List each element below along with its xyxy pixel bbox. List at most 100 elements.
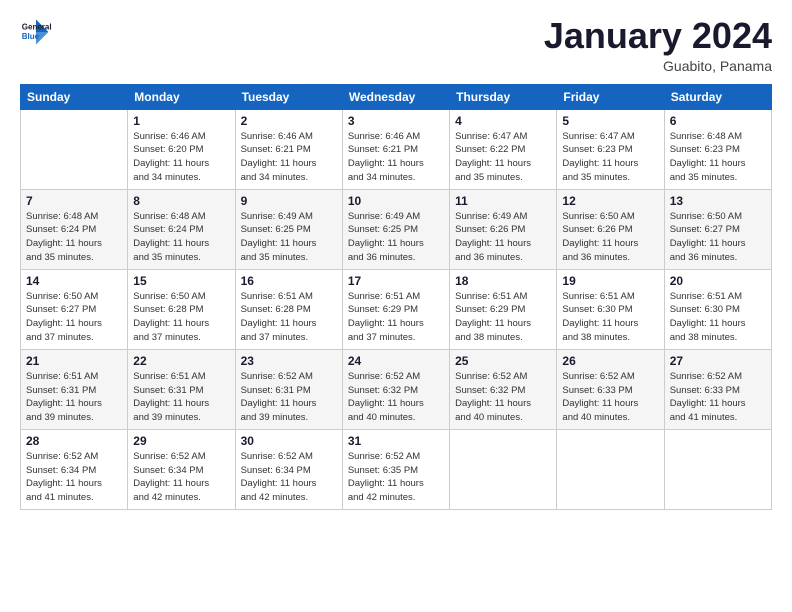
logo-icon: General Blue	[20, 16, 52, 48]
col-monday: Monday	[128, 84, 235, 109]
day-number: 20	[670, 274, 766, 288]
table-row: 8 Sunrise: 6:48 AMSunset: 6:24 PMDaylight…	[128, 189, 235, 269]
day-info: Sunrise: 6:52 AMSunset: 6:35 PMDaylight:…	[348, 450, 444, 505]
day-number: 24	[348, 354, 444, 368]
day-number: 4	[455, 114, 551, 128]
table-row: 2 Sunrise: 6:46 AMSunset: 6:21 PMDaylight…	[235, 109, 342, 189]
day-info: Sunrise: 6:49 AMSunset: 6:25 PMDaylight:…	[241, 210, 337, 265]
table-row: 23 Sunrise: 6:52 AMSunset: 6:31 PMDayligh…	[235, 349, 342, 429]
col-friday: Friday	[557, 84, 664, 109]
day-info: Sunrise: 6:52 AMSunset: 6:32 PMDaylight:…	[348, 370, 444, 425]
subtitle: Guabito, Panama	[544, 58, 772, 74]
day-number: 29	[133, 434, 229, 448]
table-row: 18 Sunrise: 6:51 AMSunset: 6:29 PMDayligh…	[450, 269, 557, 349]
table-row: 10 Sunrise: 6:49 AMSunset: 6:25 PMDayligh…	[342, 189, 449, 269]
day-number: 2	[241, 114, 337, 128]
day-number: 25	[455, 354, 551, 368]
table-row: 4 Sunrise: 6:47 AMSunset: 6:22 PMDaylight…	[450, 109, 557, 189]
day-info: Sunrise: 6:50 AMSunset: 6:28 PMDaylight:…	[133, 290, 229, 345]
day-number: 18	[455, 274, 551, 288]
calendar-week-5: 28 Sunrise: 6:52 AMSunset: 6:34 PMDayligh…	[21, 429, 772, 509]
day-number: 21	[26, 354, 122, 368]
day-info: Sunrise: 6:47 AMSunset: 6:23 PMDaylight:…	[562, 130, 658, 185]
table-row: 28 Sunrise: 6:52 AMSunset: 6:34 PMDayligh…	[21, 429, 128, 509]
day-number: 30	[241, 434, 337, 448]
day-number: 19	[562, 274, 658, 288]
table-row: 11 Sunrise: 6:49 AMSunset: 6:26 PMDayligh…	[450, 189, 557, 269]
day-info: Sunrise: 6:50 AMSunset: 6:26 PMDaylight:…	[562, 210, 658, 265]
day-number: 23	[241, 354, 337, 368]
day-number: 8	[133, 194, 229, 208]
calendar-week-2: 7 Sunrise: 6:48 AMSunset: 6:24 PMDaylight…	[21, 189, 772, 269]
day-info: Sunrise: 6:51 AMSunset: 6:28 PMDaylight:…	[241, 290, 337, 345]
day-info: Sunrise: 6:46 AMSunset: 6:21 PMDaylight:…	[348, 130, 444, 185]
day-info: Sunrise: 6:52 AMSunset: 6:34 PMDaylight:…	[133, 450, 229, 505]
day-number: 26	[562, 354, 658, 368]
table-row: 27Sunrise: 6:52 AMSunset: 6:33 PMDayligh…	[664, 349, 771, 429]
table-row: 30 Sunrise: 6:52 AMSunset: 6:34 PMDayligh…	[235, 429, 342, 509]
calendar-week-3: 14Sunrise: 6:50 AMSunset: 6:27 PMDayligh…	[21, 269, 772, 349]
table-row: 16 Sunrise: 6:51 AMSunset: 6:28 PMDayligh…	[235, 269, 342, 349]
day-info: Sunrise: 6:46 AMSunset: 6:20 PMDaylight:…	[133, 130, 229, 185]
table-row: 1Sunrise: 6:46 AMSunset: 6:20 PMDaylight…	[128, 109, 235, 189]
table-row: 21Sunrise: 6:51 AMSunset: 6:31 PMDayligh…	[21, 349, 128, 429]
day-info: Sunrise: 6:52 AMSunset: 6:34 PMDaylight:…	[241, 450, 337, 505]
table-row: 6 Sunrise: 6:48 AMSunset: 6:23 PMDaylight…	[664, 109, 771, 189]
calendar-week-4: 21Sunrise: 6:51 AMSunset: 6:31 PMDayligh…	[21, 349, 772, 429]
day-number: 13	[670, 194, 766, 208]
day-number: 15	[133, 274, 229, 288]
table-row: 19 Sunrise: 6:51 AMSunset: 6:30 PMDayligh…	[557, 269, 664, 349]
table-row: 17Sunrise: 6:51 AMSunset: 6:29 PMDayligh…	[342, 269, 449, 349]
title-block: January 2024 Guabito, Panama	[544, 16, 772, 74]
day-info: Sunrise: 6:48 AMSunset: 6:23 PMDaylight:…	[670, 130, 766, 185]
day-number: 16	[241, 274, 337, 288]
day-info: Sunrise: 6:47 AMSunset: 6:22 PMDaylight:…	[455, 130, 551, 185]
table-row	[557, 429, 664, 509]
page: General Blue January 2024 Guabito, Panam…	[0, 0, 792, 612]
day-info: Sunrise: 6:51 AMSunset: 6:30 PMDaylight:…	[562, 290, 658, 345]
table-row: 3 Sunrise: 6:46 AMSunset: 6:21 PMDaylight…	[342, 109, 449, 189]
svg-text:Blue: Blue	[22, 32, 40, 41]
logo: General Blue	[20, 16, 52, 48]
svg-text:General: General	[22, 22, 52, 31]
day-info: Sunrise: 6:48 AMSunset: 6:24 PMDaylight:…	[133, 210, 229, 265]
day-info: Sunrise: 6:49 AMSunset: 6:25 PMDaylight:…	[348, 210, 444, 265]
day-info: Sunrise: 6:51 AMSunset: 6:30 PMDaylight:…	[670, 290, 766, 345]
day-info: Sunrise: 6:52 AMSunset: 6:34 PMDaylight:…	[26, 450, 122, 505]
day-number: 28	[26, 434, 122, 448]
day-info: Sunrise: 6:46 AMSunset: 6:21 PMDaylight:…	[241, 130, 337, 185]
table-row: 24 Sunrise: 6:52 AMSunset: 6:32 PMDayligh…	[342, 349, 449, 429]
day-number: 5	[562, 114, 658, 128]
day-info: Sunrise: 6:51 AMSunset: 6:29 PMDaylight:…	[455, 290, 551, 345]
table-row: 26Sunrise: 6:52 AMSunset: 6:33 PMDayligh…	[557, 349, 664, 429]
day-info: Sunrise: 6:52 AMSunset: 6:31 PMDaylight:…	[241, 370, 337, 425]
calendar-week-1: 1Sunrise: 6:46 AMSunset: 6:20 PMDaylight…	[21, 109, 772, 189]
col-saturday: Saturday	[664, 84, 771, 109]
month-title: January 2024	[544, 16, 772, 56]
table-row	[450, 429, 557, 509]
day-number: 14	[26, 274, 122, 288]
col-sunday: Sunday	[21, 84, 128, 109]
day-number: 27	[670, 354, 766, 368]
table-row: 14Sunrise: 6:50 AMSunset: 6:27 PMDayligh…	[21, 269, 128, 349]
day-number: 11	[455, 194, 551, 208]
table-row: 9Sunrise: 6:49 AMSunset: 6:25 PMDaylight…	[235, 189, 342, 269]
day-info: Sunrise: 6:49 AMSunset: 6:26 PMDaylight:…	[455, 210, 551, 265]
day-number: 10	[348, 194, 444, 208]
day-number: 12	[562, 194, 658, 208]
day-number: 22	[133, 354, 229, 368]
table-row: 12 Sunrise: 6:50 AMSunset: 6:26 PMDayligh…	[557, 189, 664, 269]
table-row	[664, 429, 771, 509]
table-row: 13 Sunrise: 6:50 AMSunset: 6:27 PMDayligh…	[664, 189, 771, 269]
calendar-header-row: Sunday Monday Tuesday Wednesday Thursday…	[21, 84, 772, 109]
table-row: 22Sunrise: 6:51 AMSunset: 6:31 PMDayligh…	[128, 349, 235, 429]
day-number: 7	[26, 194, 122, 208]
table-row: 31Sunrise: 6:52 AMSunset: 6:35 PMDayligh…	[342, 429, 449, 509]
day-info: Sunrise: 6:50 AMSunset: 6:27 PMDaylight:…	[670, 210, 766, 265]
day-number: 17	[348, 274, 444, 288]
day-number: 6	[670, 114, 766, 128]
table-row: 7Sunrise: 6:48 AMSunset: 6:24 PMDaylight…	[21, 189, 128, 269]
table-row: 20 Sunrise: 6:51 AMSunset: 6:30 PMDayligh…	[664, 269, 771, 349]
day-number: 3	[348, 114, 444, 128]
col-thursday: Thursday	[450, 84, 557, 109]
